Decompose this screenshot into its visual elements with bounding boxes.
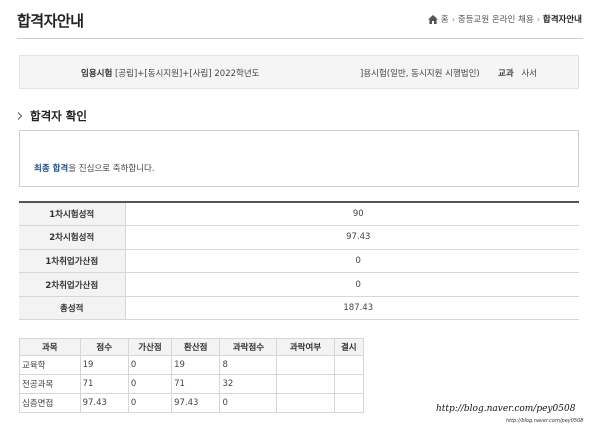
score-label: 1차취업가산점 [19,249,126,274]
score-label: 2차취업가산점 [19,272,126,297]
table-cell: 0 [127,393,173,413]
table-cell: 8 [219,355,278,375]
title-divider [17,38,583,39]
blog-watermark: http://blog.naver.com/pey0508 [436,404,576,414]
table-header-row: 과목 점수 가산점 환산점 과락점수 과락여부 결시 [19,338,365,356]
table-row: 총성적 187.43 [19,296,579,321]
exam-suffix: ]용시험(일반, 동시지원 시행법인) [360,69,480,79]
blog-watermark-small: http://blog.naver.com/pey0508 [506,418,584,424]
column-header: 가산점 [127,338,173,356]
column-header: 점수 [79,338,129,356]
detail-table: 과목 점수 가산점 환산점 과락점수 과락여부 결시 교육학 19 0 19 8… [19,338,365,413]
exam-label: 임용시험 [81,69,113,79]
exam-prefix: [공립]+[동시지원]+[사립] 2022학년도 [114,69,260,79]
redacted-area [283,67,361,78]
score-value: 97.43 [125,225,579,250]
score-value: 0 [125,272,579,297]
table-cell [333,393,365,413]
table-row: 교육학 19 0 19 8 [19,355,365,375]
table-row: 1차시험성적 90 [19,202,579,227]
column-header: 과락점수 [219,338,278,356]
table-cell: 심층면접 [19,393,81,413]
section-title: 합격자 확인 [17,108,87,124]
score-value: 0 [125,249,579,274]
result-box: 최종 합격을 진심으로 축하합니다. [19,130,579,187]
score-label: 총성적 [19,296,126,321]
table-cell [333,355,365,375]
result-highlight: 최종 합격 [34,164,69,174]
score-value: 187.43 [125,296,579,321]
breadcrumb-home[interactable]: 홈 [441,13,449,25]
page-title: 합격자안내 [17,12,84,30]
table-cell: 교육학 [19,355,81,375]
breadcrumb: 홈 › 중등교원 온라인 채용 › 합격자안내 [427,13,582,25]
score-label: 2차시험성적 [19,225,126,250]
table-row: 2차취업가산점 0 [19,272,579,297]
breadcrumb-separator-icon: › [451,14,455,24]
exam-info-box: 임용시험 [공립]+[동시지원]+[사립] 2022학년도 ]용시험(일반, 동… [19,55,579,89]
chevron-right-icon [17,112,23,120]
table-cell [276,393,335,413]
table-cell: 97.43 [79,393,129,413]
subject-value: 사서 [521,69,537,79]
table-cell [333,374,365,394]
table-cell: 97.43 [171,393,221,413]
breadcrumb-level1[interactable]: 중등교원 온라인 채용 [458,13,534,25]
table-cell: 32 [219,374,278,394]
table-cell: 0 [127,374,173,394]
score-table: 1차시험성적 90 2차시험성적 97.43 1차취업가산점 0 2차취업가산점… [19,201,579,321]
column-header: 과락여부 [276,338,335,356]
table-row: 1차취업가산점 0 [19,249,579,274]
table-row: 심층면접 97.43 0 97.43 0 [19,393,365,413]
result-message: 최종 합격을 진심으로 축하합니다. [34,162,155,174]
table-cell: 0 [127,355,173,375]
subject-label: 교과 [498,69,514,79]
table-cell [276,374,335,394]
breadcrumb-current: 합격자안내 [542,15,582,25]
table-row: 2차시험성적 97.43 [19,225,579,250]
table-cell: 0 [219,393,278,413]
table-cell: 19 [79,355,129,375]
home-icon[interactable] [427,14,438,24]
column-header: 결시 [333,338,365,356]
column-header: 과목 [19,338,81,356]
exam-info-text: 임용시험 [공립]+[동시지원]+[사립] 2022학년도 [81,67,259,79]
score-value: 90 [125,202,579,227]
table-cell: 71 [79,374,129,394]
section-title-text: 합격자 확인 [30,109,87,123]
table-cell [276,355,335,375]
table-cell: 전공과목 [19,374,81,394]
result-message-text: 을 진심으로 축하합니다. [68,164,155,174]
table-cell: 71 [171,374,221,394]
score-label: 1차시험성적 [19,202,126,227]
table-cell: 19 [171,355,221,375]
column-header: 환산점 [171,338,221,356]
exam-subject: 교과 사서 [498,67,537,79]
breadcrumb-separator-icon: › [536,14,540,24]
table-row: 전공과목 71 0 71 32 [19,374,365,394]
